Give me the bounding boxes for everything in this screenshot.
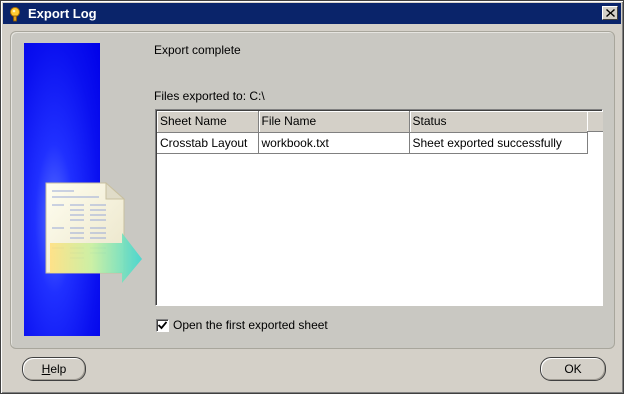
export-log-dialog: Export Log Export complete Files exporte… <box>0 0 624 394</box>
checkbox-label: Open the first exported sheet <box>173 318 328 332</box>
column-header-status[interactable]: Status <box>409 111 588 133</box>
cell-status: Sheet exported successfully <box>409 132 588 154</box>
close-icon <box>605 9 615 17</box>
help-mnemonic: H <box>41 362 51 376</box>
title-bar[interactable]: Export Log <box>3 3 621 24</box>
cell-file-name: workbook.txt <box>258 132 410 154</box>
cell-sheet-name: Crosstab Layout <box>157 132 259 154</box>
open-first-sheet-option[interactable]: Open the first exported sheet <box>156 318 328 332</box>
checkmark-icon <box>158 320 167 329</box>
table-row[interactable]: Crosstab Layout workbook.txt Sheet expor… <box>157 132 588 154</box>
column-header-sheet-name[interactable]: Sheet Name <box>157 111 259 133</box>
open-first-sheet-checkbox[interactable] <box>156 318 169 332</box>
help-label-rest: elp <box>50 362 67 376</box>
table-header-row: Sheet Name File Name Status <box>157 111 588 133</box>
window-title: Export Log <box>28 6 97 21</box>
ok-button[interactable]: OK <box>540 357 606 381</box>
export-status-message: Export complete <box>154 43 241 57</box>
export-location-message: Files exported to: C:\ <box>154 89 265 103</box>
lightbulb-key-icon <box>10 6 20 21</box>
help-button[interactable]: Help <box>22 357 86 381</box>
close-button[interactable] <box>602 6 618 20</box>
column-header-file-name[interactable]: File Name <box>258 111 410 133</box>
side-illustration <box>24 43 142 336</box>
export-results-table: Sheet Name File Name Status Crosstab Lay… <box>155 109 603 306</box>
header-filler <box>587 111 603 132</box>
document-export-arrow-icon <box>45 181 142 283</box>
